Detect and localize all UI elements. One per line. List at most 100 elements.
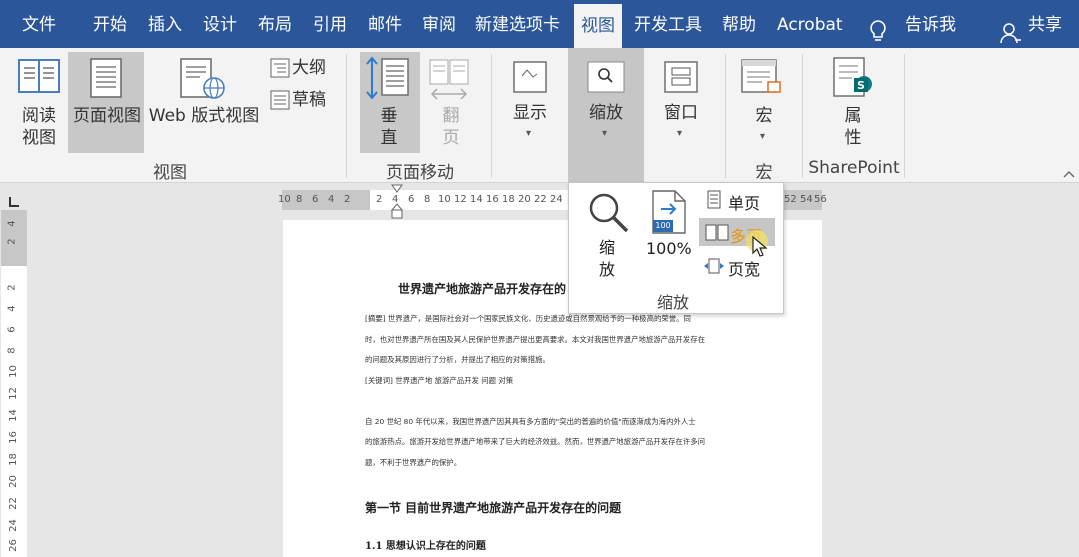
tab-file[interactable]: 文件	[22, 0, 56, 48]
ruler-tick-label: 16	[486, 194, 499, 205]
separator	[346, 54, 347, 178]
ruler-tick-label: 2	[6, 238, 18, 245]
chevron-down-icon: ▾	[526, 128, 532, 139]
page-width-icon	[703, 258, 725, 278]
tab-insert[interactable]: 插入	[148, 0, 182, 48]
print-layout-button[interactable]: 页面视图	[70, 105, 144, 127]
ruler-tick-label: 54	[800, 194, 813, 205]
page-movement-group-label: 页面移动	[386, 163, 454, 183]
show-icon	[512, 60, 548, 98]
ruler-tick-label: 6	[312, 194, 319, 205]
ruler-tick-label: 16	[7, 431, 19, 444]
zoom-magnifier-icon	[587, 191, 631, 239]
vertical-button[interactable]: 垂 直	[374, 105, 404, 149]
separator	[491, 54, 492, 178]
ruler-tick-label: 20	[7, 475, 19, 488]
subsection-heading: 1.1 思想认识上存在的问题	[365, 541, 486, 552]
vertical-scroll-icon	[366, 56, 412, 104]
hundred-percent-icon	[651, 189, 687, 239]
zoom-group-label: 缩放	[657, 293, 690, 312]
window-icon	[663, 60, 699, 98]
ruler-tick-label: 56	[814, 194, 827, 205]
body-line: 自 20 世纪 80 年代以来，我国世界遗产因其具有多方面的"突出的普遍的价值"…	[365, 417, 696, 426]
collapse-ribbon-icon[interactable]	[1062, 164, 1076, 183]
abstract-line: 时，也对世界遗产所在国及其人民保护世界遗产提出更高要求。本文对我国世界遗产地旅游…	[365, 335, 705, 344]
tab-layout[interactable]: 布局	[258, 0, 292, 48]
ruler-tick-label: 14	[470, 194, 483, 205]
ribbon-view: 阅读 视图 页面视图 Web 版式视图 大纲 草稿 视图 垂 直 翻 页 页面移…	[0, 48, 1079, 183]
abstract-line: [摘要] 世界遗产，是国际社会对一个国家民族文化、历史遗迹或自然景观给予的一种极…	[365, 314, 691, 323]
ruler-tick-label: 26	[7, 539, 19, 552]
separator	[725, 54, 726, 178]
multiple-pages-icon	[705, 224, 729, 246]
views-group-label: 视图	[153, 163, 187, 183]
ruler-tick-label: 2	[6, 284, 18, 291]
macros-group-label: 宏	[755, 163, 773, 183]
chevron-down-icon: ▾	[760, 131, 766, 142]
tab-review[interactable]: 审阅	[422, 0, 456, 48]
ruler-tick-label: 24	[550, 194, 563, 205]
hundred-percent-button[interactable]: 100%	[646, 239, 692, 258]
page-width-button[interactable]: 页宽	[728, 256, 760, 280]
ruler-tick-label: 4	[6, 305, 18, 312]
ruler-tick-label: 4	[328, 194, 335, 205]
separator	[904, 54, 905, 178]
tab-view[interactable]: 视图	[574, 4, 622, 48]
separator	[802, 54, 803, 178]
ruler-tick-label: 10	[7, 365, 19, 378]
read-mode-icon	[18, 56, 60, 98]
window-button[interactable]: 窗口	[659, 102, 703, 124]
draft-button[interactable]: 草稿	[292, 89, 326, 111]
ruler-tick-label: 10	[438, 194, 451, 205]
tab-home[interactable]: 开始	[93, 0, 127, 48]
tab-acrobat[interactable]: Acrobat	[777, 0, 843, 48]
tab-help[interactable]: 帮助	[722, 0, 756, 48]
section-heading: 第一节 目前世界遗产地旅游产品开发存在的问题	[365, 501, 622, 515]
properties-button[interactable]: 属 性	[838, 105, 868, 149]
zoom-dialog-button[interactable]: 缩 放	[599, 237, 615, 281]
ruler-tick-label: 8	[296, 194, 303, 205]
web-layout-button[interactable]: Web 版式视图	[146, 105, 262, 127]
ruler-tick-label: 20	[518, 194, 531, 205]
one-page-button[interactable]: 单页	[728, 190, 760, 214]
sharepoint-group-label: SharePoint	[808, 158, 900, 178]
outline-button[interactable]: 大纲	[292, 57, 326, 79]
ruler-tick-label: 22	[7, 497, 19, 510]
lightbulb-icon[interactable]	[868, 13, 888, 41]
tab-references[interactable]: 引用	[313, 0, 347, 48]
ruler-tick-label: 18	[502, 194, 515, 205]
tell-me-search[interactable]: 告诉我	[905, 0, 956, 48]
first-line-indent-marker[interactable]	[390, 184, 404, 224]
zoom-dropdown: 缩 放 100 100% 单页 多页 页宽 缩放	[568, 182, 784, 314]
macros-icon	[740, 58, 784, 102]
tab-new-tab[interactable]: 新建选项卡	[475, 0, 560, 48]
tab-design[interactable]: 设计	[203, 0, 237, 48]
share-button[interactable]: 共享	[1028, 0, 1062, 48]
ruler-tick-label: 4	[6, 220, 18, 227]
tab-mailings[interactable]: 邮件	[368, 0, 402, 48]
outline-icon	[270, 58, 290, 82]
ribbon-tab-bar: 文件 开始 插入 设计 布局 引用 邮件 审阅 新建选项卡 视图 开发工具 帮助…	[0, 0, 1079, 48]
one-page-icon	[706, 190, 722, 214]
ruler-tick-label: 6	[408, 194, 415, 205]
ruler-tick-label: 2	[376, 194, 383, 205]
macros-button[interactable]: 宏	[744, 105, 784, 127]
body-line: 题，不利于世界遗产的保护。	[365, 458, 462, 467]
side-to-side-icon	[428, 58, 472, 106]
keywords-line: [关键词] 世界遗产地 旅游产品开发 问题 对策	[365, 376, 514, 385]
tab-developer[interactable]: 开发工具	[634, 0, 702, 48]
draft-icon	[270, 90, 290, 114]
side-to-side-button[interactable]: 翻 页	[436, 105, 466, 149]
ruler-tick-label: 2	[344, 194, 351, 205]
ruler-tick-label: 18	[7, 453, 19, 466]
read-mode-button[interactable]: 阅读 视图	[18, 105, 60, 149]
web-layout-icon	[180, 58, 226, 104]
ruler-tick-label: 22	[534, 194, 547, 205]
zoom-button[interactable]: 缩放	[584, 102, 628, 124]
ruler-tick-label: 24	[7, 519, 19, 532]
ruler-tick-label: 14	[7, 409, 19, 422]
person-icon[interactable]	[1000, 14, 1022, 44]
show-button[interactable]: 显示	[508, 102, 552, 124]
chevron-down-icon: ▾	[677, 128, 683, 139]
hundred-badge: 100	[655, 221, 671, 230]
